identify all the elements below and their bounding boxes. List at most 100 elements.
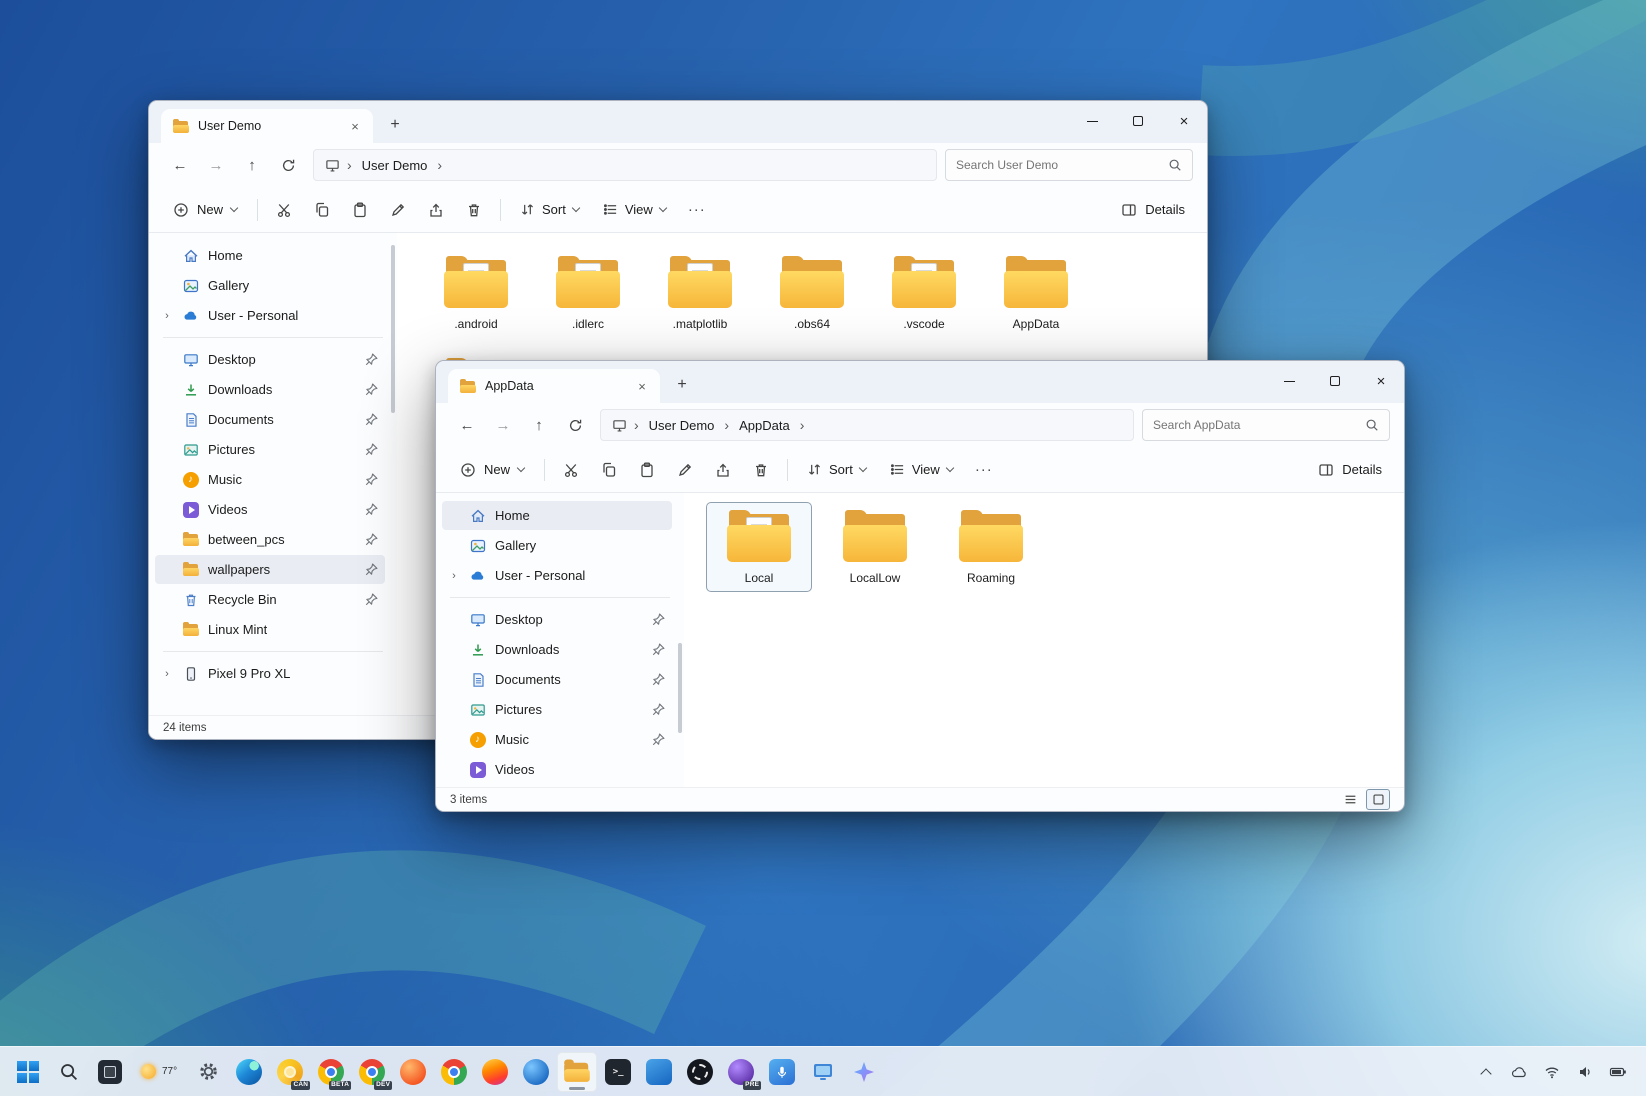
file-tile-local[interactable]: Local (707, 503, 811, 591)
chrome-canary-icon[interactable]: CAN (270, 1052, 310, 1092)
paste-button[interactable] (629, 453, 665, 487)
sidebar-scrollbar[interactable] (678, 643, 682, 733)
large-icons-view-toggle[interactable] (1366, 789, 1390, 810)
tab-user-demo[interactable]: User Demo × (161, 109, 373, 143)
browser-blue-icon[interactable] (516, 1052, 556, 1092)
sidebar-item-gallery[interactable]: Gallery (155, 271, 385, 300)
sidebar-item-music[interactable]: ♪ Music (155, 465, 385, 494)
more-options-button[interactable]: ··· (679, 193, 715, 227)
network-icon[interactable] (1542, 1060, 1562, 1084)
rename-button[interactable] (667, 453, 703, 487)
remote-desktop-icon[interactable] (803, 1052, 843, 1092)
microphone-app-icon[interactable] (762, 1052, 802, 1092)
new-button[interactable]: New (161, 193, 249, 227)
cut-button[interactable] (553, 453, 589, 487)
sidebar-item-pixel-9-pro-xl[interactable]: › Pixel 9 Pro XL (155, 659, 385, 688)
file-explorer-icon[interactable] (557, 1052, 597, 1092)
edge-icon[interactable] (229, 1052, 269, 1092)
sort-button[interactable]: Sort (796, 453, 877, 487)
file-tile-roaming[interactable]: Roaming (939, 503, 1043, 591)
refresh-button[interactable] (271, 149, 305, 181)
file-tile-android[interactable]: .android (424, 249, 528, 337)
sidebar-item-documents[interactable]: Documents (155, 405, 385, 434)
sidebar-item-wallpapers[interactable]: wallpapers (155, 555, 385, 584)
forward-button[interactable]: → (199, 149, 233, 181)
sidebar-item-user-personal[interactable]: › User - Personal (442, 561, 672, 590)
delete-button[interactable] (743, 453, 779, 487)
sidebar-item-recycle-bin[interactable]: Recycle Bin (155, 585, 385, 614)
share-button[interactable] (418, 193, 454, 227)
search-button[interactable] (49, 1052, 89, 1092)
firefox-icon[interactable] (475, 1052, 515, 1092)
new-tab-button[interactable]: + (668, 372, 696, 398)
share-button[interactable] (705, 453, 741, 487)
expand-chevron-icon[interactable]: › (161, 310, 173, 322)
expand-chevron-icon[interactable]: › (448, 570, 460, 582)
file-tile-matplotlib[interactable]: .matplotlib (648, 249, 752, 337)
tab-close-icon[interactable]: × (631, 375, 653, 397)
copilot-icon[interactable] (844, 1052, 884, 1092)
sidebar-item-downloads[interactable]: Downloads (155, 375, 385, 404)
rename-button[interactable] (380, 193, 416, 227)
sidebar-item-documents[interactable]: Documents (442, 665, 672, 694)
volume-icon[interactable] (1575, 1060, 1595, 1084)
chrome-dev-icon[interactable]: DEV (352, 1052, 392, 1092)
widgets-button[interactable]: 77° (131, 1052, 187, 1092)
address-bar[interactable]: › User Demo › AppData › (600, 409, 1134, 441)
back-button[interactable]: ← (450, 409, 484, 441)
file-tile-locallow[interactable]: LocalLow (823, 503, 927, 591)
sidebar-item-downloads[interactable]: Downloads (442, 635, 672, 664)
breadcrumb-user-demo[interactable]: User Demo (645, 416, 719, 435)
sidebar-item-desktop[interactable]: Desktop (442, 605, 672, 634)
details-button[interactable]: Details (1308, 453, 1392, 487)
task-view-button[interactable] (90, 1052, 130, 1092)
chrome-beta-icon[interactable]: BETA (311, 1052, 351, 1092)
terminal-icon[interactable]: >_ (598, 1052, 638, 1092)
sidebar-item-videos[interactable]: Videos (155, 495, 385, 524)
forward-button[interactable]: → (486, 409, 520, 441)
sidebar-item-linux-mint[interactable]: Linux Mint (155, 615, 385, 644)
file-tile-vscode[interactable]: .vscode (872, 249, 976, 337)
maximize-button[interactable] (1115, 101, 1161, 141)
more-options-button[interactable]: ··· (966, 453, 1002, 487)
close-button[interactable]: × (1358, 361, 1404, 401)
sidebar-item-home[interactable]: Home (155, 241, 385, 270)
back-button[interactable]: ← (163, 149, 197, 181)
sort-button[interactable]: Sort (509, 193, 590, 227)
sidebar-item-home[interactable]: Home (442, 501, 672, 530)
sidebar-item-user-personal[interactable]: › User - Personal (155, 301, 385, 330)
search-input[interactable] (956, 158, 1160, 172)
sidebar-item-desktop[interactable]: Desktop (155, 345, 385, 374)
cut-button[interactable] (266, 193, 302, 227)
obs-icon[interactable] (680, 1052, 720, 1092)
browser-preview-icon[interactable]: PRE (721, 1052, 761, 1092)
sidebar-item-between-pcs[interactable]: between_pcs (155, 525, 385, 554)
search-box[interactable] (1142, 409, 1390, 441)
sidebar-scrollbar[interactable] (391, 245, 395, 413)
sidebar-item-music[interactable]: ♪ Music (442, 725, 672, 754)
sidebar-item-pictures[interactable]: Pictures (155, 435, 385, 464)
minimize-button[interactable] (1069, 101, 1115, 141)
breadcrumb-user-demo[interactable]: User Demo (358, 156, 432, 175)
details-view-toggle[interactable] (1338, 789, 1362, 810)
browser-orange-icon[interactable] (393, 1052, 433, 1092)
details-button[interactable]: Details (1111, 193, 1195, 227)
sidebar-item-videos[interactable]: Videos (442, 755, 672, 784)
sidebar-item-pictures[interactable]: Pictures (442, 695, 672, 724)
minimize-button[interactable] (1266, 361, 1312, 401)
file-tile-idlerc[interactable]: .idlerc (536, 249, 640, 337)
search-box[interactable] (945, 149, 1193, 181)
onedrive-icon[interactable] (1509, 1060, 1529, 1084)
up-button[interactable]: ↑ (235, 149, 269, 181)
expand-chevron-icon[interactable]: › (161, 668, 173, 680)
chrome-icon[interactable] (434, 1052, 474, 1092)
delete-button[interactable] (456, 193, 492, 227)
maximize-button[interactable] (1312, 361, 1358, 401)
copy-button[interactable] (591, 453, 627, 487)
new-button[interactable]: New (448, 453, 536, 487)
address-bar[interactable]: › User Demo › (313, 149, 937, 181)
file-tile-appdata[interactable]: AppData (984, 249, 1088, 337)
app-blue-icon[interactable] (639, 1052, 679, 1092)
file-tile-obs64[interactable]: .obs64 (760, 249, 864, 337)
search-input[interactable] (1153, 418, 1357, 432)
